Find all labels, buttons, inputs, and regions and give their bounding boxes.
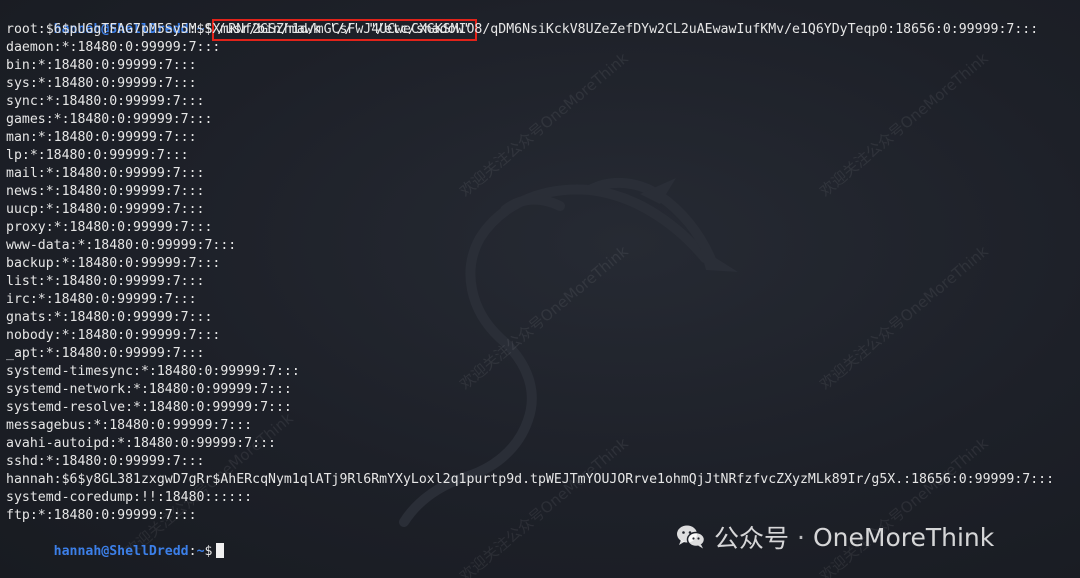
output-line: bin:*:18480:0:99999:7:::: [6, 58, 197, 73]
output-line: man:*:18480:0:99999:7:::: [6, 130, 197, 145]
output-line: gnats:*:18480:0:99999:7:::: [6, 310, 213, 325]
output-line: lp:*:18480:0:99999:7:::: [6, 148, 189, 163]
output-line: messagebus:*:18480:0:99999:7:::: [6, 418, 253, 433]
terminal-output[interactable]: hannah@ShellDredd:~$/usr/bin/mawk '//' "…: [6, 3, 1080, 559]
output-line: news:*:18480:0:99999:7:::: [6, 184, 205, 199]
prompt-cwd: ~: [196, 544, 205, 559]
output-line: avahi-autoipd:*:18480:0:99999:7:::: [6, 436, 276, 451]
output-line: proxy:*:18480:0:99999:7:::: [6, 220, 213, 235]
output-line: games:*:18480:0:99999:7:::: [6, 112, 213, 127]
output-line: uucp:*:18480:0:99999:7:::: [6, 202, 205, 217]
wechat-brand-watermark: 公众号 · OneMoreThink: [676, 520, 994, 554]
brand-label: 公众号: [714, 524, 790, 553]
output-line: www-data:*:18480:0:99999:7:::: [6, 238, 237, 253]
prompt-user-host: hannah@ShellDredd: [53, 544, 189, 559]
brand-name: OneMoreThink: [812, 522, 995, 552]
output-line: systemd-resolve:*:18480:0:99999:7:::: [6, 400, 292, 415]
output-line: sync:*:18480:0:99999:7:::: [6, 94, 205, 109]
output-line: systemd-coredump:!!:18480::::::: [6, 490, 253, 505]
prompt-symbol: $: [204, 544, 213, 559]
output-line: sys:*:18480:0:99999:7:::: [6, 76, 197, 91]
output-line: list:*:18480:0:99999:7:::: [6, 274, 205, 289]
output-line: irc:*:18480:0:99999:7:::: [6, 292, 197, 307]
output-line: backup:*:18480:0:99999:7:::: [6, 256, 221, 271]
output-line: nobody:*:18480:0:99999:7:::: [6, 328, 221, 343]
wechat-icon: [677, 525, 706, 549]
output-line: mail:*:18480:0:99999:7:::: [6, 166, 205, 181]
output-line: systemd-timesync:*:18480:0:99999:7:::: [6, 364, 300, 379]
brand-separator: ·: [797, 522, 805, 552]
output-line-hannah: hannah:$6$y8GL381zxgwD7gRr$AhERcqNym1qlA…: [6, 472, 1055, 487]
output-line: sshd:*:18480:0:99999:7:::: [6, 454, 205, 469]
command-line: hannah@ShellDredd:~$/usr/bin/mawk '//' "…: [6, 3, 1080, 41]
terminal-window[interactable]: 欢迎关注公众号OneMoreThink 欢迎关注公众号OneMoreThink …: [0, 0, 1080, 578]
output-line: daemon:*:18480:0:99999:7:::: [6, 40, 221, 55]
output-line-root: root:$6$pUGgTFAG7pM5Sy5M$SXmRNf2GSZh1d/m…: [6, 22, 1039, 37]
output-line: systemd-network:*:18480:0:99999:7:::: [6, 382, 292, 397]
prompt-colon: :: [188, 544, 197, 559]
text-cursor: [216, 543, 225, 558]
output-line: _apt:*:18480:0:99999:7:::: [6, 346, 205, 361]
